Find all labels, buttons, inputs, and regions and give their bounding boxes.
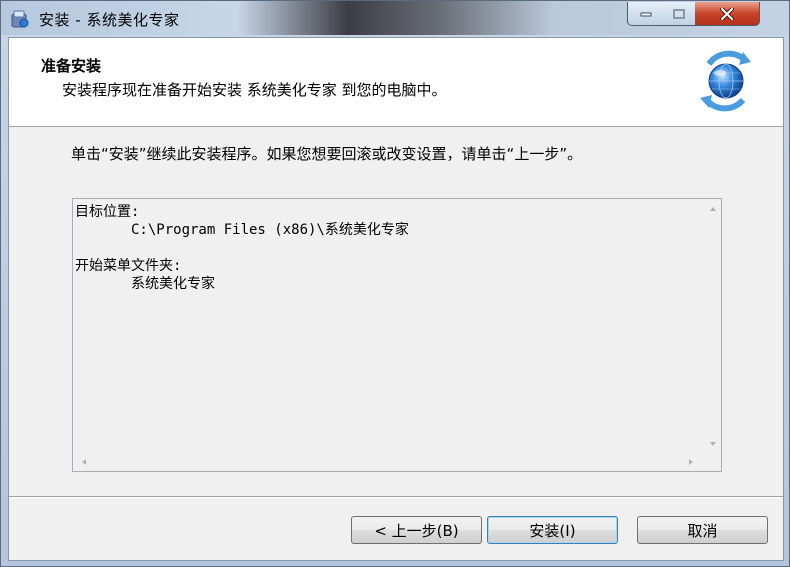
- dest-value: C:\Program Files (x86)\系统美化专家: [131, 222, 409, 238]
- maximize-icon: [672, 8, 685, 19]
- installer-app-icon: [10, 9, 30, 29]
- horizontal-scrollbar[interactable]: [73, 454, 704, 471]
- vertical-scrollbar[interactable]: [704, 199, 721, 454]
- scrollbar-corner: [704, 454, 721, 471]
- minimize-icon: [640, 12, 651, 16]
- close-button[interactable]: [695, 2, 760, 26]
- window-title: 安装 - 系统美化专家: [39, 11, 180, 29]
- start-menu-label: 开始菜单文件夹:: [75, 258, 182, 274]
- button-separator: [9, 496, 783, 498]
- scroll-down-icon[interactable]: [710, 442, 716, 446]
- globe-refresh-icon: [695, 46, 757, 116]
- ready-memo[interactable]: 目标位置: C:\Program Files (x86)\系统美化专家 开始菜单…: [72, 198, 722, 472]
- page-title: 准备安装: [41, 57, 102, 75]
- scroll-up-icon[interactable]: [710, 207, 716, 211]
- maximize-button[interactable]: [662, 2, 696, 26]
- scroll-left-icon[interactable]: [82, 459, 86, 465]
- page-subtitle: 安装程序现在准备开始安装 系统美化专家 到您的电脑中。: [62, 81, 447, 99]
- start-menu-value: 系统美化专家: [131, 276, 215, 292]
- cancel-button[interactable]: 取消: [637, 516, 768, 544]
- installer-window: 安装 - 系统美化专家 准备安装 安装程序现在准备开始安装 系统美化专家 到您的…: [0, 0, 790, 567]
- title-bar[interactable]: 安装 - 系统美化专家: [1, 1, 789, 35]
- memo-content: 目标位置: C:\Program Files (x86)\系统美化专家 开始菜单…: [75, 203, 409, 293]
- dest-label: 目标位置:: [75, 204, 140, 220]
- install-button[interactable]: 安装(I): [487, 516, 618, 544]
- close-icon: [720, 7, 734, 20]
- wizard-client-area: 准备安装 安装程序现在准备开始安装 系统美化专家 到您的电脑中。 单击“安装”继…: [8, 37, 784, 561]
- wizard-header: 准备安装 安装程序现在准备开始安装 系统美化专家 到您的电脑中。: [9, 38, 783, 127]
- scroll-right-icon[interactable]: [689, 459, 693, 465]
- minimize-button[interactable]: [627, 2, 664, 26]
- intro-text: 单击“安装”继续此安装程序。如果您想要回滚或改变设置，请单击“上一步”。: [71, 145, 583, 163]
- back-button[interactable]: < 上一步(B): [351, 516, 482, 544]
